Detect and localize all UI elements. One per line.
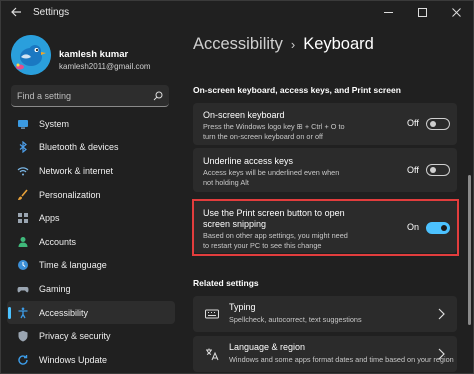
language-icon bbox=[206, 348, 219, 361]
close-button[interactable] bbox=[439, 1, 473, 23]
user-email: kamlesh2011@gmail.com bbox=[59, 62, 151, 71]
sidebar-item-label: Personalization bbox=[39, 189, 101, 200]
maximize-button[interactable] bbox=[405, 1, 439, 23]
globe-clock-icon bbox=[17, 259, 29, 271]
sidebar-item-accessibility[interactable]: Accessibility bbox=[7, 300, 175, 325]
main-content: Accessibility › Keyboard On-screen keybo… bbox=[181, 25, 473, 373]
sidebar-item-personalization[interactable]: Personalization bbox=[7, 183, 175, 207]
sidebar-item-network[interactable]: Network & internet bbox=[7, 159, 175, 183]
toggle-knob bbox=[430, 121, 436, 127]
window-controls bbox=[371, 1, 473, 23]
back-arrow-icon bbox=[10, 7, 21, 17]
sidebar-item-label: Privacy & security bbox=[39, 331, 111, 342]
setting-title: Underline access keys bbox=[203, 156, 294, 166]
maximize-icon bbox=[417, 7, 427, 17]
shield-icon bbox=[17, 330, 29, 342]
person-icon bbox=[17, 236, 29, 248]
sidebar-item-label: Windows Update bbox=[39, 354, 108, 365]
sidebar: kamlesh kumar kamlesh2011@gmail.com Syst… bbox=[1, 25, 179, 373]
sidebar-item-label: Bluetooth & devices bbox=[39, 142, 119, 153]
sidebar-item-label: Time & language bbox=[39, 260, 107, 271]
setting-description-line: turn the on-screen keyboard on or off bbox=[203, 131, 323, 141]
setting-description-line: Press the Windows logo key ⊞ + Ctrl + O … bbox=[203, 122, 345, 131]
settings-window: Settings kamlesh kumar kamlesh2011@gmail… bbox=[0, 0, 474, 374]
close-icon bbox=[451, 7, 461, 17]
toggle-state-label: Off bbox=[407, 165, 419, 175]
related-item-description: Spellcheck, autocorrect, text suggestion… bbox=[229, 315, 362, 324]
keyboard-icon bbox=[205, 309, 219, 319]
related-item-title: Language & region bbox=[229, 342, 306, 352]
bluetooth-icon bbox=[17, 141, 29, 154]
page-title: Keyboard bbox=[303, 35, 374, 53]
minimize-icon bbox=[383, 11, 393, 13]
related-item-description: Windows and some apps format dates and t… bbox=[229, 355, 454, 364]
toggle-knob bbox=[430, 167, 436, 173]
apps-icon bbox=[17, 212, 29, 224]
setting-description-line: Access keys will be underlined even when bbox=[203, 168, 340, 177]
sidebar-item-system[interactable]: System bbox=[7, 112, 175, 136]
section-heading: On-screen keyboard, access keys, and Pri… bbox=[193, 85, 401, 95]
setting-description-line: not holding Alt bbox=[203, 177, 249, 187]
gamepad-icon bbox=[17, 283, 29, 295]
search-input[interactable] bbox=[17, 90, 153, 101]
bird-avatar-icon bbox=[11, 35, 51, 75]
chevron-right-icon bbox=[438, 348, 445, 360]
app-title: Settings bbox=[33, 6, 70, 18]
setting-title: On-screen keyboard bbox=[203, 110, 285, 120]
setting-underline-access-keys[interactable]: Underline access keys Access keys will b… bbox=[193, 148, 457, 192]
accessibility-icon bbox=[17, 307, 29, 319]
monitor-icon bbox=[17, 118, 29, 130]
breadcrumb: Accessibility › Keyboard bbox=[193, 35, 374, 54]
sidebar-nav: System Bluetooth & devices Network & int… bbox=[7, 112, 175, 372]
search-box[interactable] bbox=[11, 85, 169, 107]
sidebar-item-time-language[interactable]: Time & language bbox=[7, 254, 175, 278]
chevron-right-icon bbox=[438, 308, 445, 320]
related-settings-heading: Related settings bbox=[193, 278, 259, 288]
back-button[interactable] bbox=[3, 1, 29, 23]
related-item-title: Typing bbox=[229, 302, 256, 312]
avatar bbox=[11, 35, 51, 75]
sidebar-item-label: Network & internet bbox=[39, 165, 114, 176]
on-screen-keyboard-toggle[interactable] bbox=[426, 118, 450, 130]
update-icon bbox=[17, 354, 29, 366]
breadcrumb-parent[interactable]: Accessibility bbox=[193, 35, 283, 54]
setting-description: Press the Windows logo key ⊞ + Ctrl + O … bbox=[203, 122, 345, 141]
wifi-icon bbox=[17, 165, 29, 177]
setting-description: Access keys will be underlined even when… bbox=[203, 168, 339, 187]
sidebar-item-label: Gaming bbox=[39, 283, 71, 294]
sidebar-item-gaming[interactable]: Gaming bbox=[7, 277, 175, 301]
sidebar-item-label: Apps bbox=[39, 213, 60, 224]
sidebar-item-apps[interactable]: Apps bbox=[7, 206, 175, 230]
sidebar-item-label: System bbox=[39, 118, 70, 129]
brush-icon bbox=[17, 189, 29, 201]
sidebar-item-privacy-security[interactable]: Privacy & security bbox=[7, 324, 175, 348]
scrollbar[interactable] bbox=[468, 175, 471, 325]
sidebar-item-bluetooth[interactable]: Bluetooth & devices bbox=[7, 136, 175, 160]
title-bar: Settings bbox=[1, 1, 473, 23]
highlight-box bbox=[192, 199, 459, 256]
sidebar-item-label: Accounts bbox=[39, 236, 77, 247]
underline-access-keys-toggle[interactable] bbox=[426, 164, 450, 176]
setting-on-screen-keyboard[interactable]: On-screen keyboard Press the Windows log… bbox=[193, 103, 457, 145]
user-name: kamlesh kumar bbox=[59, 49, 129, 60]
minimize-button[interactable] bbox=[371, 1, 405, 23]
sidebar-item-windows-update[interactable]: Windows Update bbox=[7, 348, 175, 372]
toggle-state-label: Off bbox=[407, 118, 419, 128]
search-icon bbox=[153, 91, 163, 100]
breadcrumb-separator: › bbox=[290, 37, 296, 52]
related-item-language-region[interactable]: Language & region Windows and some apps … bbox=[193, 336, 457, 372]
sidebar-item-accounts[interactable]: Accounts bbox=[7, 230, 175, 254]
sidebar-item-label: Accessibility bbox=[39, 307, 89, 318]
user-profile[interactable]: kamlesh kumar kamlesh2011@gmail.com bbox=[11, 35, 176, 75]
related-item-typing[interactable]: Typing Spellcheck, autocorrect, text sug… bbox=[193, 296, 457, 332]
